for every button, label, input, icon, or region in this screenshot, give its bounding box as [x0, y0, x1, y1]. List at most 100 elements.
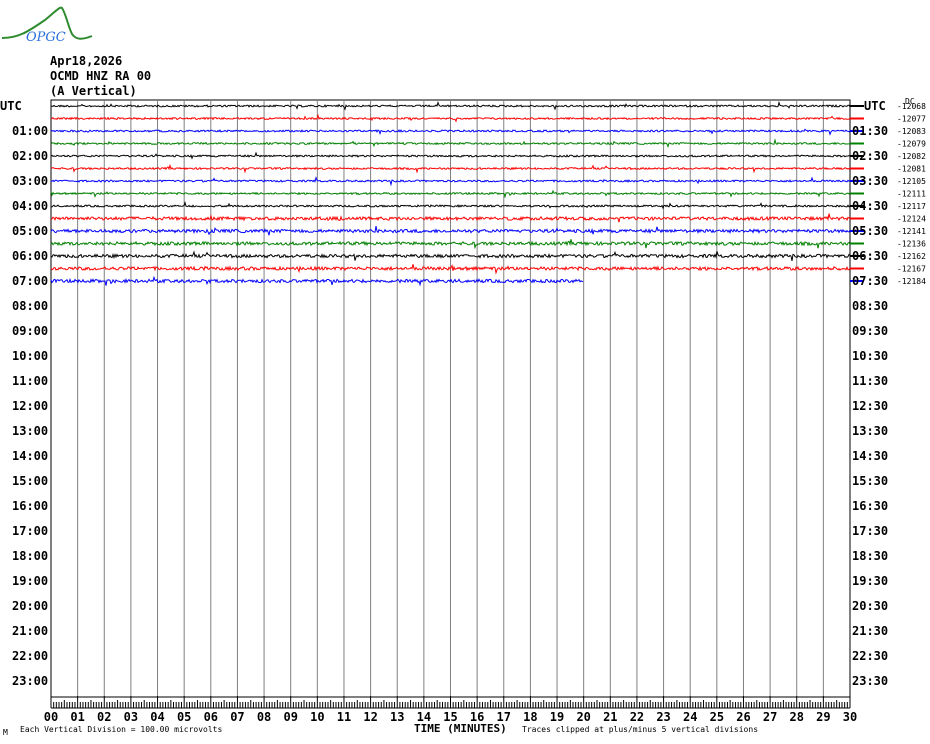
left-hour-label: 15:00 [12, 474, 48, 488]
x-tick-label: 26 [736, 710, 750, 724]
station-label: OCMD HNZ RA 00 [50, 69, 151, 83]
component-label: (A Vertical) [50, 84, 137, 98]
left-hour-label: 17:00 [12, 524, 48, 538]
x-tick-label: 01 [70, 710, 84, 724]
left-hour-label: 19:00 [12, 574, 48, 588]
right-hour-label: 22:30 [852, 649, 888, 663]
right-hour-label: 18:30 [852, 549, 888, 563]
logo-text: OPGC [26, 30, 66, 45]
x-tick-label: 13 [390, 710, 404, 724]
date-label: Apr18,2026 [50, 54, 122, 68]
right-hour-label: 12:30 [852, 399, 888, 413]
traces [50, 100, 864, 287]
right-hour-label: 20:30 [852, 599, 888, 613]
left-hour-label: 03:00 [12, 174, 48, 188]
left-hour-label: 18:00 [12, 549, 48, 563]
right-hour-label: 19:30 [852, 574, 888, 588]
dc-offset-value: -12105 [897, 177, 926, 186]
dc-offset-value: -12184 [897, 277, 926, 286]
dc-offset-value: -12124 [897, 215, 926, 224]
left-hour-label: 13:00 [12, 424, 48, 438]
right-hour-label: 01:30 [852, 124, 888, 138]
dc-offset-value: -12136 [897, 240, 926, 249]
left-axis-title: UTC [0, 99, 22, 113]
dc-offset-value: -12083 [897, 127, 926, 136]
left-hour-labels: 01:00 02:00 03:00 04:00 05:00 06:00 07:00 08:00… [12, 124, 48, 688]
left-hour-label: 10:00 [12, 349, 48, 363]
right-hour-label: 02:30 [852, 149, 888, 163]
left-hour-label: 08:00 [12, 299, 48, 313]
x-tick-label: 11 [337, 710, 351, 724]
helicorder-chart: OPGC Apr18,2026 OCMD HNZ RA 00 (A Vertic… [0, 6, 926, 737]
right-hour-label: 03:30 [852, 174, 888, 188]
left-hour-label: 16:00 [12, 499, 48, 513]
right-hour-label: 09:30 [852, 324, 888, 338]
x-tick-label: 08 [257, 710, 271, 724]
dc-offset-value: -12162 [897, 252, 926, 261]
left-hour-label: 23:00 [12, 674, 48, 688]
right-hour-label: 11:30 [852, 374, 888, 388]
dc-offset-value: -12082 [897, 152, 926, 161]
dc-offset-value: -12081 [897, 165, 926, 174]
right-axis-title: UTC [864, 99, 886, 113]
right-hour-label: 14:30 [852, 449, 888, 463]
right-hour-label: 07:30 [852, 274, 888, 288]
dc-offset-value: -12111 [897, 190, 926, 199]
x-axis-title: TIME (MINUTES) [414, 722, 507, 735]
x-tick-label: 24 [683, 710, 697, 724]
left-hour-label: 21:00 [12, 624, 48, 638]
x-tick-label: 10 [310, 710, 324, 724]
x-tick-label: 02 [97, 710, 111, 724]
dc-offset-value: -12141 [897, 227, 926, 236]
left-hour-label: 11:00 [12, 374, 48, 388]
left-hour-label: 22:00 [12, 649, 48, 663]
right-hour-label: 06:30 [852, 249, 888, 263]
x-tick-label: 03 [124, 710, 138, 724]
dc-offset-values: -12068 -12077 -12083 -12079 -12082 -12081 -121… [897, 102, 926, 286]
x-tick-label: 04 [150, 710, 164, 724]
left-hour-label: 20:00 [12, 599, 48, 613]
logo: OPGC [1, 6, 93, 45]
right-hour-label: 16:30 [852, 499, 888, 513]
left-hour-label: 06:00 [12, 249, 48, 263]
x-tick-label: 06 [204, 710, 218, 724]
clip-note: Traces clipped at plus/minus 5 vertical … [522, 725, 758, 734]
right-hour-label: 23:30 [852, 674, 888, 688]
left-hour-label: 05:00 [12, 224, 48, 238]
x-tick-label: 27 [763, 710, 777, 724]
left-hour-label: 04:00 [12, 199, 48, 213]
dc-offset-value: -12117 [897, 202, 926, 211]
left-hour-label: 14:00 [12, 449, 48, 463]
right-hour-label: 13:30 [852, 424, 888, 438]
minute-gridlines [77, 100, 824, 697]
dc-offset-value: -12068 [897, 102, 926, 111]
x-tick-label: 07 [230, 710, 244, 724]
x-tick-label: 00 [44, 710, 58, 724]
x-tick-label: 20 [576, 710, 590, 724]
scale-note: Each Vertical Division = 100.00 microvol… [20, 725, 222, 734]
x-tick-label: 05 [177, 710, 191, 724]
x-tick-label: 09 [283, 710, 297, 724]
x-tick-label: 22 [630, 710, 644, 724]
x-tick-label: 29 [816, 710, 830, 724]
right-hour-labels: 01:30 02:30 03:30 04:30 05:30 06:30 07:30 08:30… [852, 124, 888, 688]
corner-mark: M [3, 728, 8, 737]
left-hour-label: 07:00 [12, 274, 48, 288]
right-hour-label: 21:30 [852, 624, 888, 638]
x-tick-label: 28 [790, 710, 804, 724]
left-hour-label: 02:00 [12, 149, 48, 163]
right-hour-label: 08:30 [852, 299, 888, 313]
left-hour-label: 09:00 [12, 324, 48, 338]
right-hour-label: 10:30 [852, 349, 888, 363]
x-tick-label: 21 [603, 710, 617, 724]
x-tick-label: 23 [656, 710, 670, 724]
dc-offset-value: -12167 [897, 265, 926, 274]
left-hour-label: 01:00 [12, 124, 48, 138]
x-tick-label: 19 [550, 710, 564, 724]
dc-offset-value: -12077 [897, 115, 926, 124]
x-tick-label: 12 [363, 710, 377, 724]
right-hour-label: 04:30 [852, 199, 888, 213]
right-hour-label: 05:30 [852, 224, 888, 238]
right-hour-label: 17:30 [852, 524, 888, 538]
x-axis: 00 01 02 03 04 05 06 07 08 09 10 11 12 13 14 15 16 17 18 19… [44, 696, 857, 724]
